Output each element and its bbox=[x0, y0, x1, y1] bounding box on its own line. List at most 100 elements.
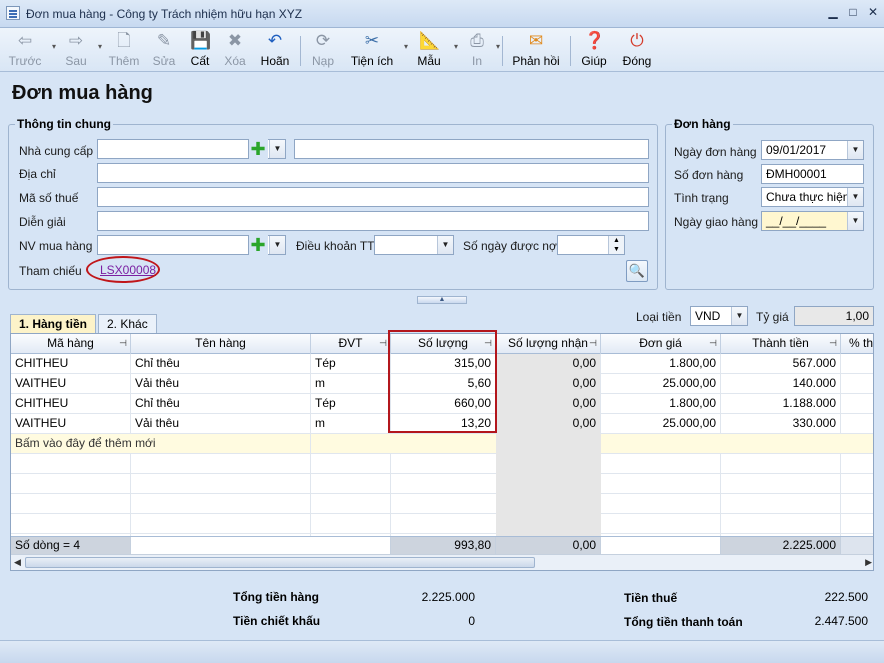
chevron-down-icon: ▼ bbox=[847, 141, 863, 159]
print-button[interactable]: ⎙ In bbox=[464, 30, 490, 70]
supplier-dropdown[interactable]: ▼ bbox=[268, 139, 286, 159]
stepper-arrows-icon[interactable]: ▲ ▼ bbox=[608, 236, 624, 254]
template-button[interactable]: 📐 Mẫu bbox=[414, 30, 444, 70]
chevron-down-icon: ▾ bbox=[403, 42, 408, 51]
order-group-title: Đơn hàng bbox=[672, 117, 733, 131]
new-document-icon: 🗋 bbox=[117, 31, 131, 50]
tax-code-input[interactable] bbox=[97, 187, 649, 207]
discount-value: 0 bbox=[468, 614, 475, 628]
header-amount[interactable]: Thành tiền ⊣ bbox=[721, 334, 841, 354]
received-column-fill bbox=[496, 434, 601, 536]
tax-code-label: Mã số thuế bbox=[19, 191, 79, 205]
edit-button[interactable]: ✎ Sửa bbox=[148, 30, 180, 70]
horizontal-scrollbar[interactable]: ◀ ▶ bbox=[11, 554, 873, 570]
scroll-right-icon[interactable]: ▶ bbox=[865, 557, 872, 568]
header-item-code[interactable]: Mã hàng ⊣ bbox=[11, 334, 131, 354]
header-unit[interactable]: ĐVT ⊣ bbox=[311, 334, 391, 354]
save-button[interactable]: 💾 Cất bbox=[186, 30, 214, 70]
amount-total: 2.225.000 bbox=[721, 537, 841, 555]
order-number-label: Số đơn hàng bbox=[674, 168, 744, 182]
header-percent[interactable]: % thu bbox=[841, 334, 873, 354]
add-new-row-hint[interactable]: Bấm vào đây để thêm mới bbox=[11, 434, 311, 454]
minimize-button[interactable]: ▁ bbox=[824, 5, 842, 21]
tax-label: Tiền thuế bbox=[624, 591, 678, 605]
address-input[interactable] bbox=[97, 163, 649, 183]
maximize-button[interactable]: □ bbox=[844, 5, 862, 21]
close-window-button[interactable]: ✕ bbox=[864, 5, 882, 21]
delivery-date-label: Ngày giao hàng bbox=[674, 215, 759, 229]
add-supplier-icon[interactable]: ✚ bbox=[249, 140, 267, 158]
next-dropdown[interactable]: ▾ bbox=[90, 30, 102, 70]
scrollbar-thumb[interactable] bbox=[25, 557, 535, 568]
header-unit-price[interactable]: Đơn giá ⊣ bbox=[601, 334, 721, 354]
pin-icon[interactable]: ⊣ bbox=[119, 334, 127, 353]
status-select[interactable]: Chưa thực hiện ▼ bbox=[761, 187, 864, 207]
column-line bbox=[720, 454, 721, 536]
chevron-down-icon: ▼ bbox=[731, 307, 747, 325]
delete-button[interactable]: ✖ Xóa bbox=[220, 30, 250, 70]
order-date-input[interactable]: 09/01/2017 ▼ bbox=[761, 140, 864, 160]
buyer-dropdown[interactable]: ▼ bbox=[268, 235, 286, 255]
column-line bbox=[390, 454, 391, 536]
printer-icon: ⎙ bbox=[470, 31, 484, 50]
tools-icon: ✂ bbox=[364, 31, 380, 50]
pin-icon[interactable]: ⊣ bbox=[709, 334, 717, 353]
header-item-name[interactable]: Tên hàng bbox=[131, 334, 311, 354]
empty-row bbox=[11, 514, 873, 534]
order-number-input[interactable]: ĐMH00001 bbox=[761, 164, 864, 184]
pin-icon[interactable]: ⊣ bbox=[829, 334, 837, 353]
supplier-code-input[interactable] bbox=[97, 139, 249, 159]
next-button[interactable]: ⇨ Sau bbox=[60, 30, 92, 70]
floppy-disk-icon: 💾 bbox=[190, 31, 212, 50]
collapse-splitter[interactable]: ▲ bbox=[417, 296, 467, 304]
pin-icon[interactable]: ⊣ bbox=[379, 334, 387, 353]
exchange-rate-input[interactable]: 1,00 bbox=[794, 306, 874, 326]
credit-days-label: Số ngày được nợ bbox=[463, 239, 557, 253]
prev-button[interactable]: ⇦ Trước bbox=[8, 30, 42, 70]
tab-items[interactable]: 1. Hàng tiền bbox=[10, 314, 97, 335]
add-button[interactable]: 🗋 Thêm bbox=[106, 30, 142, 70]
header-received-quantity[interactable]: Số lượng nhận ⊣ bbox=[496, 334, 601, 354]
post-button[interactable]: ⟳ Nạp bbox=[308, 30, 338, 70]
chevron-down-icon: ▼ bbox=[269, 140, 285, 158]
utilities-dropdown[interactable]: ▾ bbox=[396, 30, 408, 70]
empty-row bbox=[11, 474, 873, 494]
search-reference-button[interactable]: 🔍 bbox=[626, 260, 648, 282]
close-button[interactable]: ⏻ Đóng bbox=[620, 30, 654, 70]
reference-label: Tham chiếu bbox=[19, 264, 82, 278]
column-line bbox=[310, 454, 311, 536]
goods-total-value: 2.225.000 bbox=[421, 590, 475, 604]
buyer-input[interactable] bbox=[97, 235, 249, 255]
supplier-label: Nhà cung cấp bbox=[19, 144, 94, 158]
help-button[interactable]: ❓ Giúp bbox=[578, 30, 610, 70]
chevron-down-icon: ▾ bbox=[453, 42, 458, 51]
undo-button[interactable]: ↶ Hoãn bbox=[258, 30, 292, 70]
description-input[interactable] bbox=[97, 211, 649, 231]
print-dropdown[interactable]: ▾ bbox=[488, 30, 500, 70]
status-bar bbox=[0, 640, 884, 663]
exchange-rate-label: Tỷ giá bbox=[756, 310, 789, 324]
currency-select[interactable]: VND ▼ bbox=[690, 306, 748, 326]
arrow-right-icon: ⇨ bbox=[68, 31, 84, 50]
payment-terms-select[interactable]: ▼ bbox=[374, 235, 454, 255]
envelope-icon: ✉ bbox=[528, 31, 544, 50]
pin-icon[interactable]: ⊣ bbox=[589, 334, 597, 353]
credit-days-stepper[interactable]: ▲ ▼ bbox=[557, 235, 625, 255]
delivery-date-input[interactable]: __/__/____ ▼ bbox=[761, 211, 864, 231]
chevron-down-icon: ▾ bbox=[97, 42, 102, 51]
payment-total-value: 2.447.500 bbox=[814, 614, 868, 628]
utilities-button[interactable]: ✂ Tiện ích bbox=[348, 30, 396, 70]
scroll-left-icon[interactable]: ◀ bbox=[14, 557, 21, 568]
tab-other[interactable]: 2. Khác bbox=[98, 314, 157, 334]
feedback-button[interactable]: ✉ Phản hồi bbox=[510, 30, 562, 70]
goods-total-label: Tổng tiền hàng bbox=[233, 590, 319, 604]
add-new-row[interactable]: Bấm vào đây để thêm mới bbox=[11, 434, 873, 454]
column-line bbox=[130, 454, 131, 536]
app-icon bbox=[6, 6, 20, 20]
currency-label: Loại tiền bbox=[636, 310, 682, 324]
add-buyer-icon[interactable]: ✚ bbox=[249, 236, 267, 254]
supplier-name-input[interactable] bbox=[294, 139, 649, 159]
template-dropdown[interactable]: ▾ bbox=[446, 30, 458, 70]
toolbar-separator bbox=[300, 36, 301, 66]
prev-dropdown[interactable]: ▾ bbox=[44, 30, 56, 70]
